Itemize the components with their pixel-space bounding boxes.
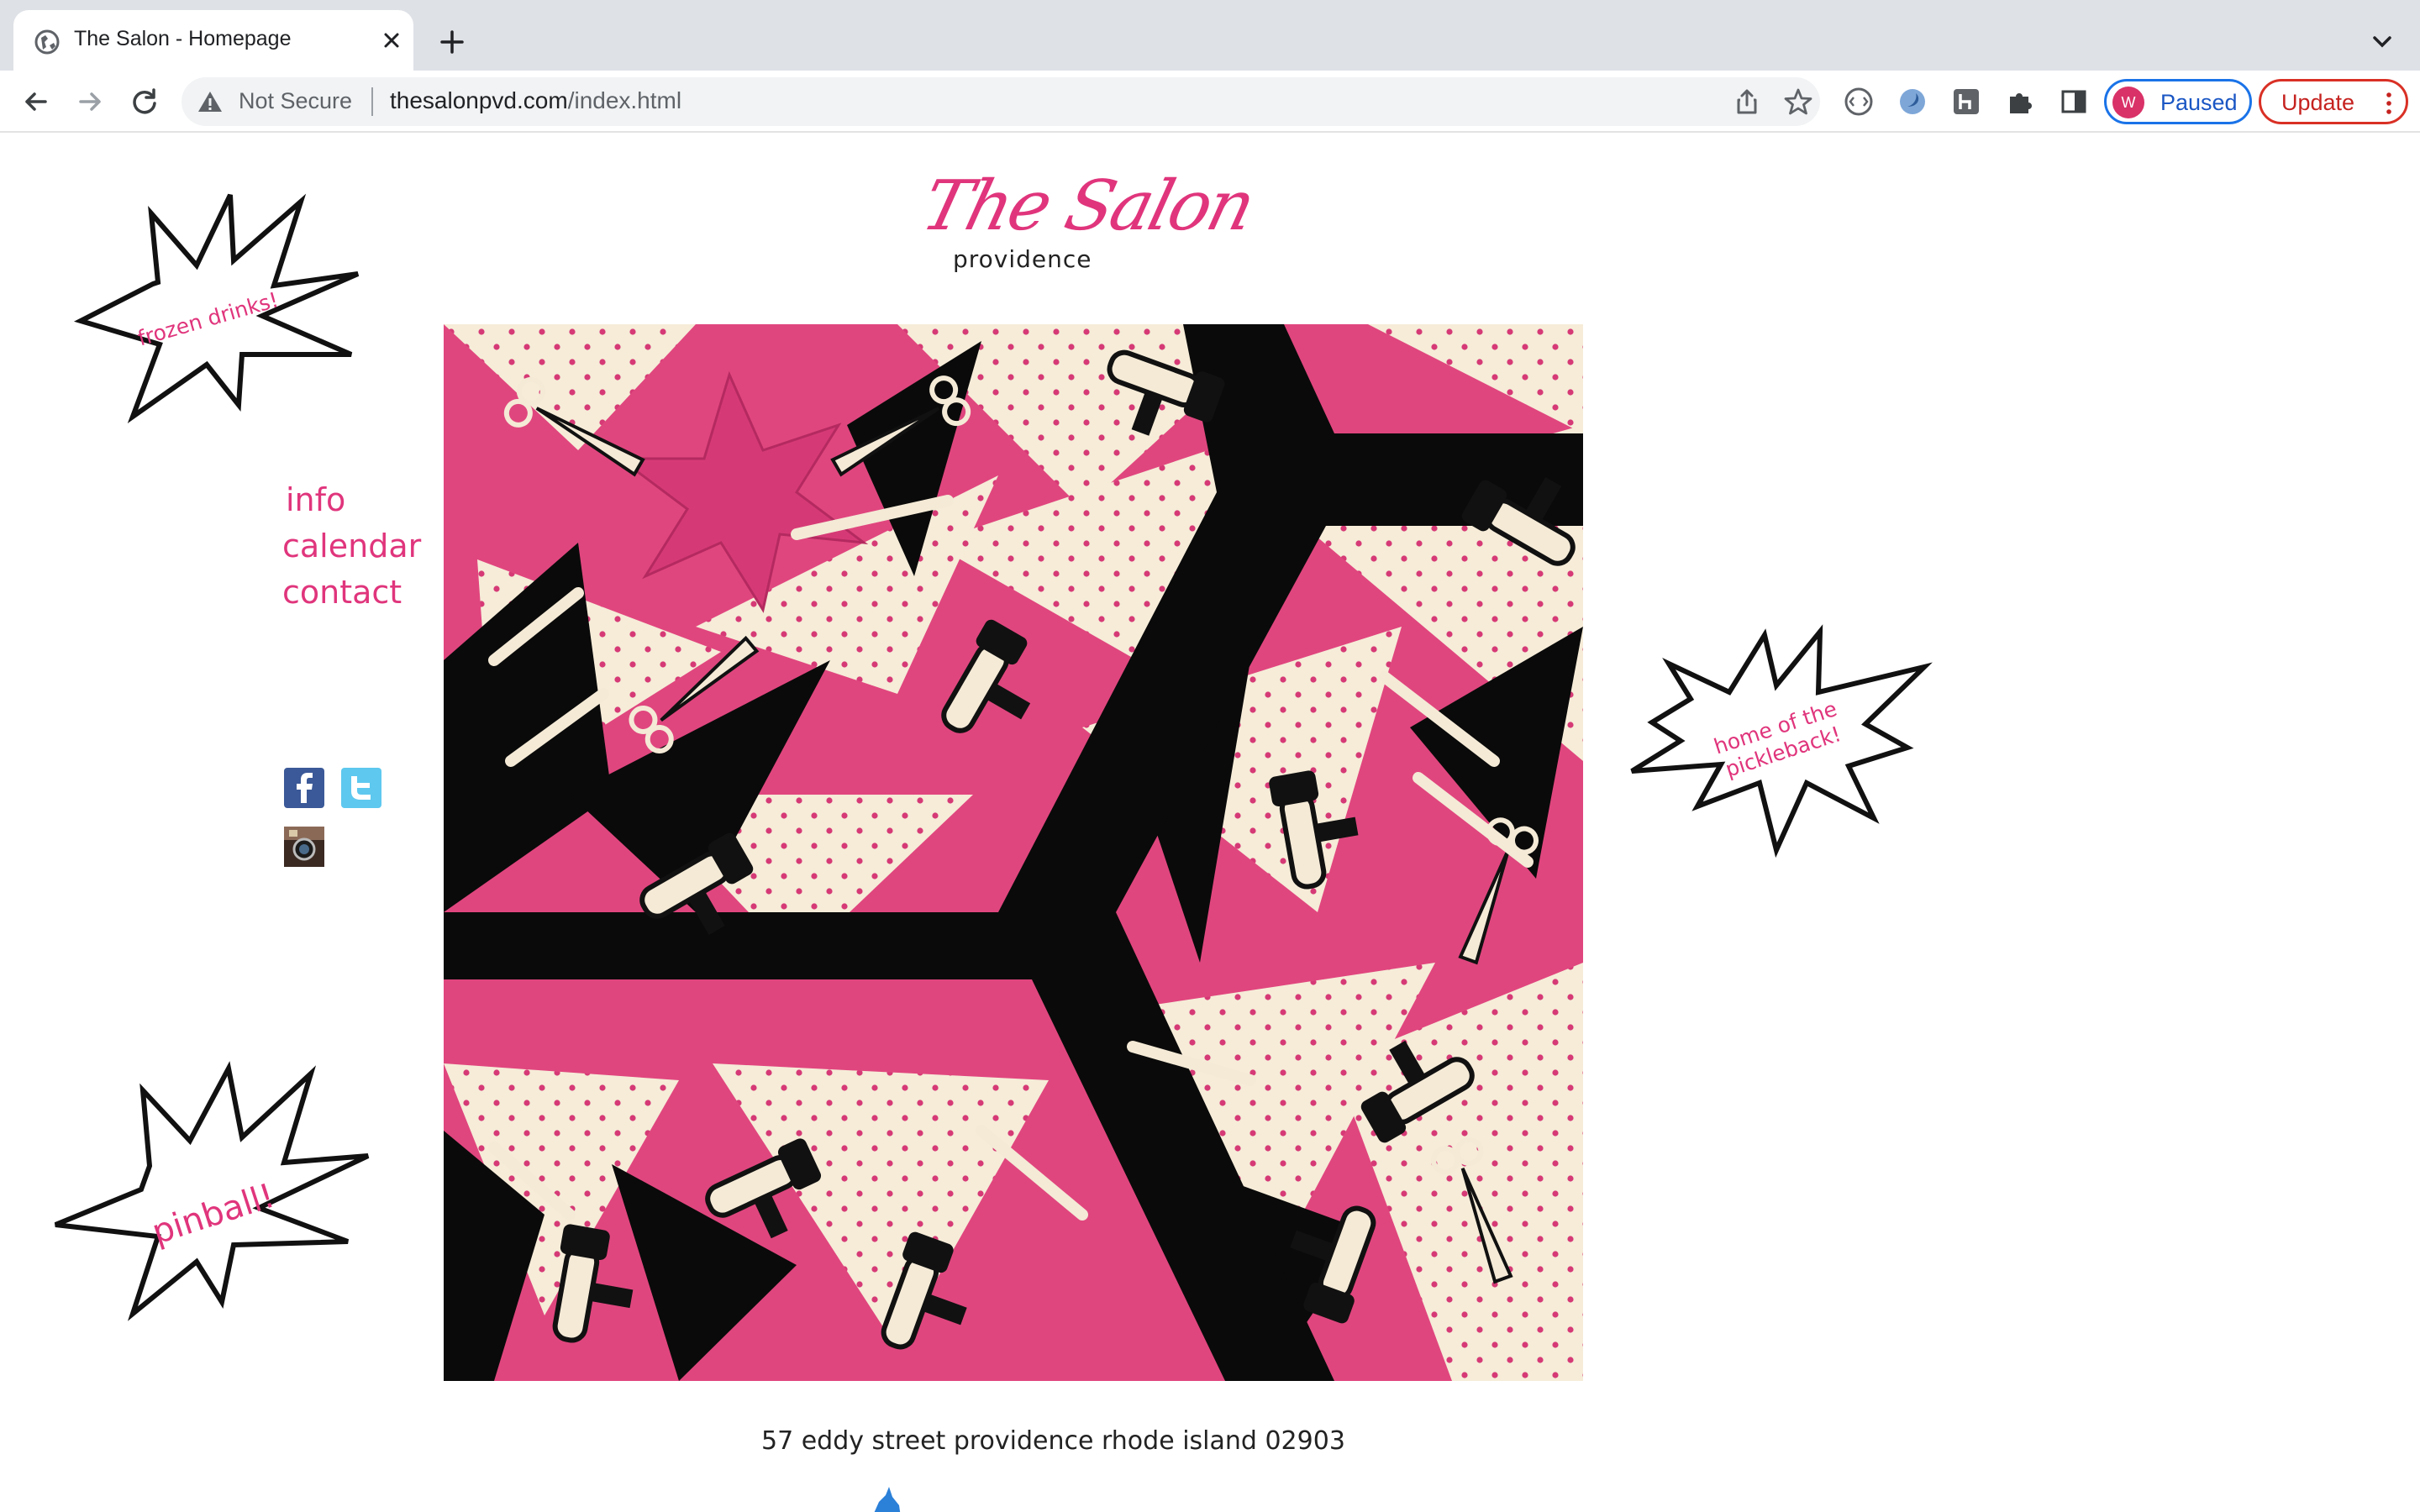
- profile-button[interactable]: W Paused: [2104, 79, 2252, 124]
- back-arrow-icon[interactable]: [18, 85, 52, 118]
- divider: [371, 87, 373, 116]
- extension-h-icon[interactable]: [1949, 85, 1983, 118]
- frozen-drinks-burst: frozen drinks!: [73, 193, 360, 424]
- warning-icon[interactable]: [197, 88, 224, 115]
- update-label: Update: [2281, 90, 2355, 115]
- close-tab-icon[interactable]: [378, 27, 405, 54]
- update-button[interactable]: Update: [2259, 79, 2408, 124]
- side-panel-icon[interactable]: [2057, 85, 2091, 118]
- nav-calendar-link[interactable]: calendar: [282, 523, 421, 570]
- share-icon[interactable]: [1733, 87, 1761, 116]
- globe-icon: [34, 29, 60, 55]
- kebab-menu-icon[interactable]: [2384, 92, 2394, 115]
- hero-kaleidoscope-image: [444, 324, 1583, 1381]
- nav-info-link[interactable]: info: [286, 477, 421, 523]
- security-label[interactable]: Not Secure: [239, 88, 352, 114]
- forward-arrow-icon[interactable]: [74, 85, 108, 118]
- tab-strip: The Salon - Homepage: [0, 0, 2420, 71]
- partial-image-icon: [874, 1487, 901, 1512]
- reload-icon[interactable]: [128, 85, 161, 118]
- pickleback-burst: home of the pickleback!: [1630, 624, 1933, 858]
- instagram-icon[interactable]: [284, 827, 324, 867]
- active-tab[interactable]: The Salon - Homepage: [13, 10, 413, 71]
- facebook-icon[interactable]: [284, 768, 324, 808]
- nav-contact-link[interactable]: contact: [282, 570, 421, 616]
- web-page: The Salon providence info calendar conta…: [0, 133, 2420, 1512]
- new-tab-icon[interactable]: [435, 25, 469, 59]
- site-logo-subtitle: providence: [953, 245, 1092, 273]
- chevron-down-icon[interactable]: [2368, 30, 2396, 54]
- browser-toolbar: Not Secure thesalonpvd.com/index.html W …: [0, 71, 2420, 133]
- extensions-puzzle-icon[interactable]: [2003, 85, 2037, 118]
- site-logo[interactable]: The Salon: [914, 166, 1260, 246]
- tab-title: The Salon - Homepage: [74, 27, 292, 50]
- bookmark-star-icon[interactable]: [1783, 87, 1813, 117]
- address-text: 57 eddy street providence rhode island 0…: [761, 1426, 1345, 1456]
- extension-shield-icon[interactable]: [1896, 85, 1929, 118]
- extension-code-icon[interactable]: [1842, 85, 1876, 118]
- pinball-burst: pinball!: [54, 1061, 370, 1321]
- avatar: W: [2112, 87, 2144, 118]
- twitter-icon[interactable]: [341, 768, 381, 808]
- main-nav: info calendar contact: [282, 477, 421, 616]
- address-bar[interactable]: Not Secure thesalonpvd.com/index.html: [182, 77, 1820, 126]
- url-text[interactable]: thesalonpvd.com/index.html: [390, 87, 681, 114]
- profile-status: Paused: [2160, 90, 2238, 115]
